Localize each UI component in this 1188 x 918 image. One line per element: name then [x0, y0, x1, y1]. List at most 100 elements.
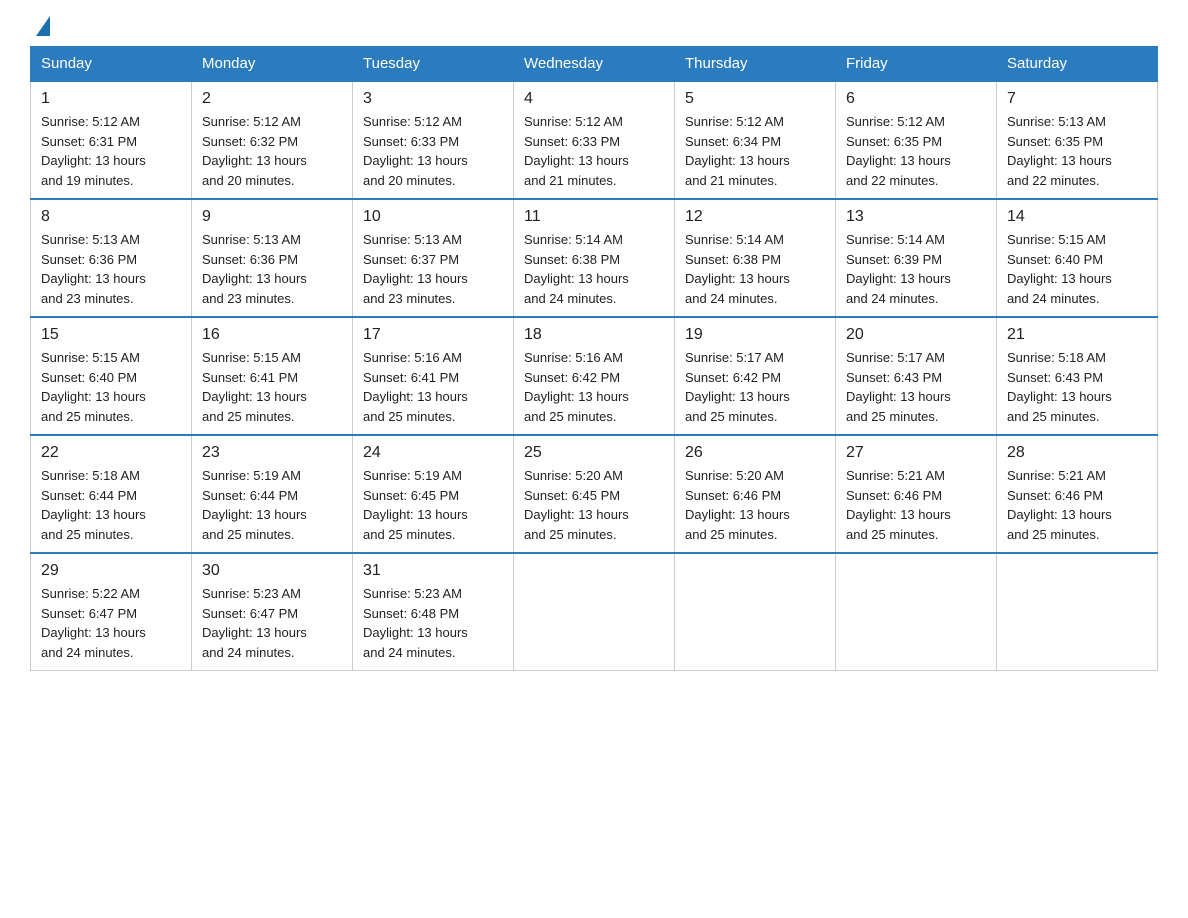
day-number: 24 — [363, 444, 503, 462]
calendar-cell: 4 Sunrise: 5:12 AM Sunset: 6:33 PM Dayli… — [514, 81, 675, 199]
calendar-cell: 17 Sunrise: 5:16 AM Sunset: 6:41 PM Dayl… — [353, 317, 514, 435]
day-info: Sunrise: 5:12 AM Sunset: 6:32 PM Dayligh… — [202, 112, 342, 190]
calendar-header-thursday: Thursday — [675, 47, 836, 82]
calendar-cell: 30 Sunrise: 5:23 AM Sunset: 6:47 PM Dayl… — [192, 553, 353, 671]
day-number: 30 — [202, 562, 342, 580]
day-info: Sunrise: 5:21 AM Sunset: 6:46 PM Dayligh… — [1007, 466, 1147, 544]
day-number: 14 — [1007, 208, 1147, 226]
day-info: Sunrise: 5:20 AM Sunset: 6:45 PM Dayligh… — [524, 466, 664, 544]
calendar-cell: 14 Sunrise: 5:15 AM Sunset: 6:40 PM Dayl… — [997, 199, 1158, 317]
day-info: Sunrise: 5:15 AM Sunset: 6:41 PM Dayligh… — [202, 348, 342, 426]
page-header — [30, 20, 1158, 36]
day-info: Sunrise: 5:17 AM Sunset: 6:43 PM Dayligh… — [846, 348, 986, 426]
day-number: 3 — [363, 90, 503, 108]
calendar-cell: 21 Sunrise: 5:18 AM Sunset: 6:43 PM Dayl… — [997, 317, 1158, 435]
day-number: 18 — [524, 326, 664, 344]
day-info: Sunrise: 5:12 AM Sunset: 6:34 PM Dayligh… — [685, 112, 825, 190]
day-info: Sunrise: 5:12 AM Sunset: 6:31 PM Dayligh… — [41, 112, 181, 190]
day-number: 22 — [41, 444, 181, 462]
day-info: Sunrise: 5:23 AM Sunset: 6:47 PM Dayligh… — [202, 584, 342, 662]
day-number: 16 — [202, 326, 342, 344]
calendar-cell: 19 Sunrise: 5:17 AM Sunset: 6:42 PM Dayl… — [675, 317, 836, 435]
day-info: Sunrise: 5:12 AM Sunset: 6:35 PM Dayligh… — [846, 112, 986, 190]
calendar-cell: 26 Sunrise: 5:20 AM Sunset: 6:46 PM Dayl… — [675, 435, 836, 553]
logo — [30, 20, 50, 36]
day-number: 21 — [1007, 326, 1147, 344]
day-info: Sunrise: 5:15 AM Sunset: 6:40 PM Dayligh… — [41, 348, 181, 426]
day-number: 4 — [524, 90, 664, 108]
calendar-cell: 27 Sunrise: 5:21 AM Sunset: 6:46 PM Dayl… — [836, 435, 997, 553]
calendar-header-wednesday: Wednesday — [514, 47, 675, 82]
calendar-cell: 9 Sunrise: 5:13 AM Sunset: 6:36 PM Dayli… — [192, 199, 353, 317]
day-number: 20 — [846, 326, 986, 344]
calendar-header-row: SundayMondayTuesdayWednesdayThursdayFrid… — [31, 47, 1158, 82]
day-info: Sunrise: 5:18 AM Sunset: 6:44 PM Dayligh… — [41, 466, 181, 544]
calendar-cell: 2 Sunrise: 5:12 AM Sunset: 6:32 PM Dayli… — [192, 81, 353, 199]
calendar-cell — [997, 553, 1158, 671]
day-info: Sunrise: 5:13 AM Sunset: 6:36 PM Dayligh… — [202, 230, 342, 308]
day-info: Sunrise: 5:22 AM Sunset: 6:47 PM Dayligh… — [41, 584, 181, 662]
day-number: 12 — [685, 208, 825, 226]
day-info: Sunrise: 5:12 AM Sunset: 6:33 PM Dayligh… — [524, 112, 664, 190]
calendar-cell: 16 Sunrise: 5:15 AM Sunset: 6:41 PM Dayl… — [192, 317, 353, 435]
day-number: 31 — [363, 562, 503, 580]
day-info: Sunrise: 5:13 AM Sunset: 6:35 PM Dayligh… — [1007, 112, 1147, 190]
calendar-table: SundayMondayTuesdayWednesdayThursdayFrid… — [30, 46, 1158, 671]
calendar-header-sunday: Sunday — [31, 47, 192, 82]
day-info: Sunrise: 5:16 AM Sunset: 6:42 PM Dayligh… — [524, 348, 664, 426]
calendar-header-friday: Friday — [836, 47, 997, 82]
day-number: 19 — [685, 326, 825, 344]
day-number: 8 — [41, 208, 181, 226]
day-info: Sunrise: 5:12 AM Sunset: 6:33 PM Dayligh… — [363, 112, 503, 190]
calendar-header-monday: Monday — [192, 47, 353, 82]
day-info: Sunrise: 5:15 AM Sunset: 6:40 PM Dayligh… — [1007, 230, 1147, 308]
calendar-cell: 1 Sunrise: 5:12 AM Sunset: 6:31 PM Dayli… — [31, 81, 192, 199]
day-info: Sunrise: 5:13 AM Sunset: 6:37 PM Dayligh… — [363, 230, 503, 308]
day-info: Sunrise: 5:13 AM Sunset: 6:36 PM Dayligh… — [41, 230, 181, 308]
day-number: 11 — [524, 208, 664, 226]
calendar-week-row: 8 Sunrise: 5:13 AM Sunset: 6:36 PM Dayli… — [31, 199, 1158, 317]
day-info: Sunrise: 5:23 AM Sunset: 6:48 PM Dayligh… — [363, 584, 503, 662]
calendar-cell: 31 Sunrise: 5:23 AM Sunset: 6:48 PM Dayl… — [353, 553, 514, 671]
day-number: 17 — [363, 326, 503, 344]
day-info: Sunrise: 5:21 AM Sunset: 6:46 PM Dayligh… — [846, 466, 986, 544]
calendar-cell — [836, 553, 997, 671]
day-info: Sunrise: 5:14 AM Sunset: 6:39 PM Dayligh… — [846, 230, 986, 308]
calendar-cell: 8 Sunrise: 5:13 AM Sunset: 6:36 PM Dayli… — [31, 199, 192, 317]
day-info: Sunrise: 5:16 AM Sunset: 6:41 PM Dayligh… — [363, 348, 503, 426]
day-info: Sunrise: 5:14 AM Sunset: 6:38 PM Dayligh… — [685, 230, 825, 308]
day-number: 28 — [1007, 444, 1147, 462]
day-info: Sunrise: 5:14 AM Sunset: 6:38 PM Dayligh… — [524, 230, 664, 308]
day-number: 29 — [41, 562, 181, 580]
day-number: 5 — [685, 90, 825, 108]
calendar-cell: 11 Sunrise: 5:14 AM Sunset: 6:38 PM Dayl… — [514, 199, 675, 317]
calendar-cell: 20 Sunrise: 5:17 AM Sunset: 6:43 PM Dayl… — [836, 317, 997, 435]
logo-triangle-icon — [36, 16, 50, 36]
calendar-cell: 23 Sunrise: 5:19 AM Sunset: 6:44 PM Dayl… — [192, 435, 353, 553]
calendar-cell: 6 Sunrise: 5:12 AM Sunset: 6:35 PM Dayli… — [836, 81, 997, 199]
day-number: 1 — [41, 90, 181, 108]
calendar-cell: 12 Sunrise: 5:14 AM Sunset: 6:38 PM Dayl… — [675, 199, 836, 317]
calendar-cell: 5 Sunrise: 5:12 AM Sunset: 6:34 PM Dayli… — [675, 81, 836, 199]
calendar-week-row: 1 Sunrise: 5:12 AM Sunset: 6:31 PM Dayli… — [31, 81, 1158, 199]
calendar-cell — [675, 553, 836, 671]
calendar-cell: 7 Sunrise: 5:13 AM Sunset: 6:35 PM Dayli… — [997, 81, 1158, 199]
day-number: 6 — [846, 90, 986, 108]
day-info: Sunrise: 5:17 AM Sunset: 6:42 PM Dayligh… — [685, 348, 825, 426]
calendar-week-row: 22 Sunrise: 5:18 AM Sunset: 6:44 PM Dayl… — [31, 435, 1158, 553]
calendar-cell: 13 Sunrise: 5:14 AM Sunset: 6:39 PM Dayl… — [836, 199, 997, 317]
day-number: 27 — [846, 444, 986, 462]
calendar-header-saturday: Saturday — [997, 47, 1158, 82]
calendar-header-tuesday: Tuesday — [353, 47, 514, 82]
calendar-cell — [514, 553, 675, 671]
day-number: 15 — [41, 326, 181, 344]
calendar-cell: 29 Sunrise: 5:22 AM Sunset: 6:47 PM Dayl… — [31, 553, 192, 671]
calendar-cell: 3 Sunrise: 5:12 AM Sunset: 6:33 PM Dayli… — [353, 81, 514, 199]
day-number: 2 — [202, 90, 342, 108]
day-info: Sunrise: 5:19 AM Sunset: 6:45 PM Dayligh… — [363, 466, 503, 544]
day-number: 13 — [846, 208, 986, 226]
day-number: 9 — [202, 208, 342, 226]
day-number: 26 — [685, 444, 825, 462]
calendar-week-row: 29 Sunrise: 5:22 AM Sunset: 6:47 PM Dayl… — [31, 553, 1158, 671]
calendar-cell: 18 Sunrise: 5:16 AM Sunset: 6:42 PM Dayl… — [514, 317, 675, 435]
